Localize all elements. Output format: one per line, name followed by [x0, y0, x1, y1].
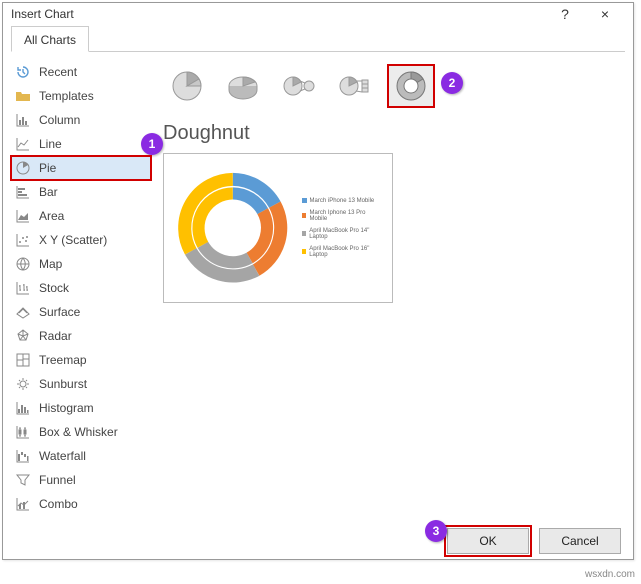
chart-subtype-title: Doughnut — [163, 122, 625, 145]
sidebar-item-label: Radar — [39, 329, 72, 343]
sidebar-item-label: Recent — [39, 65, 77, 79]
combo-icon — [15, 496, 31, 512]
subtype-3d-pie[interactable] — [219, 64, 267, 108]
sidebar-item-radar[interactable]: Radar — [11, 324, 151, 348]
sidebar-item-waterfall[interactable]: Waterfall — [11, 444, 151, 468]
sidebar-item-label: Funnel — [39, 473, 76, 487]
sidebar-item-label: Map — [39, 257, 62, 271]
sidebar-item-bar[interactable]: Bar — [11, 180, 151, 204]
bar-icon — [15, 184, 31, 200]
treemap-icon — [15, 352, 31, 368]
legend-swatch — [302, 249, 307, 254]
sidebar-item-label: Box & Whisker — [39, 425, 118, 439]
histogram-icon — [15, 400, 31, 416]
box-whisker-icon — [15, 424, 31, 440]
legend-label: April MacBook Pro 16" Laptop — [309, 246, 384, 258]
sidebar-item-label: Column — [39, 113, 80, 127]
sidebar-item-label: Histogram — [39, 401, 94, 415]
sidebar-item-combo[interactable]: Combo — [11, 492, 151, 516]
callout-1: 1 — [141, 133, 163, 155]
legend-label: March Iphone 13 Pro Mobile — [309, 210, 384, 222]
doughnut-preview-icon — [172, 163, 294, 293]
sidebar-item-line[interactable]: Line 1 — [11, 132, 151, 156]
callout-2: 2 — [441, 72, 463, 94]
sidebar-item-surface[interactable]: Surface — [11, 300, 151, 324]
funnel-icon — [15, 472, 31, 488]
dialog-title: Insert Chart — [11, 7, 545, 21]
tab-all-charts[interactable]: All Charts — [11, 26, 89, 52]
map-icon — [15, 256, 31, 272]
pie-subtype-row: 2 — [163, 60, 625, 118]
legend-item: March iPhone 13 Mobile — [302, 198, 384, 204]
tab-row: All Charts — [3, 26, 633, 52]
sidebar-item-label: Pie — [39, 161, 56, 175]
main-panel: 2 Doughnut — [163, 60, 625, 516]
legend-swatch — [302, 231, 307, 236]
recent-icon — [15, 64, 31, 80]
sidebar-item-label: Combo — [39, 497, 78, 511]
legend-item: April MacBook Pro 14" Laptop — [302, 228, 384, 240]
sidebar-item-label: Area — [39, 209, 64, 223]
dialog-body: Recent Templates Column Line 1 Pie — [3, 52, 633, 524]
insert-chart-dialog: Insert Chart ? × All Charts Recent Templ… — [2, 2, 634, 560]
sidebar-item-label: Stock — [39, 281, 69, 295]
legend-item: April MacBook Pro 16" Laptop — [302, 246, 384, 258]
watermark: wsxdn.com — [585, 569, 635, 580]
sidebar-item-column[interactable]: Column — [11, 108, 151, 132]
subtype-doughnut[interactable] — [387, 64, 435, 108]
cancel-button[interactable]: Cancel — [539, 528, 621, 554]
sidebar-item-area[interactable]: Area — [11, 204, 151, 228]
chart-type-sidebar: Recent Templates Column Line 1 Pie — [11, 60, 151, 516]
sidebar-item-label: X Y (Scatter) — [39, 233, 107, 247]
ok-button[interactable]: OK — [447, 528, 529, 554]
legend-swatch — [302, 198, 307, 203]
sidebar-item-label: Bar — [39, 185, 58, 199]
subtype-pie[interactable] — [163, 64, 211, 108]
sidebar-item-histogram[interactable]: Histogram — [11, 396, 151, 420]
sidebar-item-recent[interactable]: Recent — [11, 60, 151, 84]
sidebar-item-label: Surface — [39, 305, 80, 319]
callout-3: 3 — [425, 520, 447, 542]
sidebar-item-templates[interactable]: Templates — [11, 84, 151, 108]
sidebar-item-label: Line — [39, 137, 62, 151]
waterfall-icon — [15, 448, 31, 464]
stock-icon — [15, 280, 31, 296]
dialog-footer: 3 OK Cancel — [3, 524, 633, 559]
sidebar-item-boxwhisker[interactable]: Box & Whisker — [11, 420, 151, 444]
subtype-pie-of-pie[interactable] — [275, 64, 323, 108]
sidebar-item-map[interactable]: Map — [11, 252, 151, 276]
sidebar-item-label: Treemap — [39, 353, 87, 367]
surface-icon — [15, 304, 31, 320]
column-icon — [15, 112, 31, 128]
sidebar-item-label: Waterfall — [39, 449, 86, 463]
folder-icon — [15, 88, 31, 104]
sidebar-item-pie[interactable]: Pie — [11, 156, 151, 180]
pie-icon — [15, 160, 31, 176]
legend-label: April MacBook Pro 14" Laptop — [309, 228, 384, 240]
sidebar-item-sunburst[interactable]: Sunburst — [11, 372, 151, 396]
subtype-bar-of-pie[interactable] — [331, 64, 379, 108]
sidebar-item-label: Templates — [39, 89, 94, 103]
line-icon — [15, 136, 31, 152]
legend-label: March iPhone 13 Mobile — [310, 198, 375, 204]
legend-swatch — [302, 213, 307, 218]
sunburst-icon — [15, 376, 31, 392]
area-icon — [15, 208, 31, 224]
titlebar: Insert Chart ? × — [3, 3, 633, 26]
sidebar-item-label: Sunburst — [39, 377, 87, 391]
sidebar-item-scatter[interactable]: X Y (Scatter) — [11, 228, 151, 252]
radar-icon — [15, 328, 31, 344]
sidebar-item-funnel[interactable]: Funnel — [11, 468, 151, 492]
sidebar-item-treemap[interactable]: Treemap — [11, 348, 151, 372]
sidebar-item-stock[interactable]: Stock — [11, 276, 151, 300]
legend-item: March Iphone 13 Pro Mobile — [302, 210, 384, 222]
chart-preview[interactable]: March iPhone 13 Mobile March Iphone 13 P… — [163, 153, 393, 303]
chart-legend: March iPhone 13 Mobile March Iphone 13 P… — [302, 198, 384, 258]
close-button[interactable]: × — [585, 6, 625, 22]
scatter-icon — [15, 232, 31, 248]
help-button[interactable]: ? — [545, 6, 585, 22]
